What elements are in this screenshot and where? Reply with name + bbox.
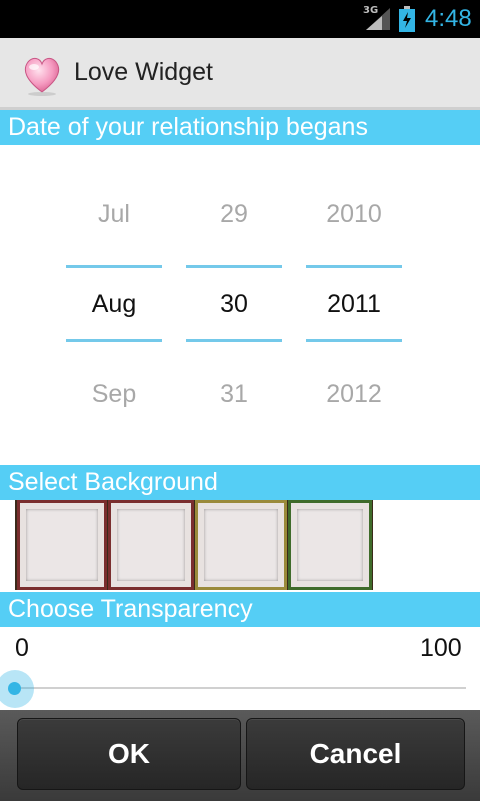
year-prev[interactable]: 2010 xyxy=(306,200,402,229)
app-title: Love Widget xyxy=(74,58,213,86)
cancel-button[interactable]: Cancel xyxy=(246,718,465,790)
day-next[interactable]: 31 xyxy=(186,380,282,409)
background-swatch-4[interactable] xyxy=(288,500,372,590)
background-swatch-1[interactable] xyxy=(17,500,107,590)
transparency-slider-track[interactable] xyxy=(14,687,466,689)
month-picker-bottom-line xyxy=(66,339,162,342)
background-swatch-3[interactable] xyxy=(195,500,287,590)
action-bar: Love Widget xyxy=(0,38,480,110)
day-picker-top-line xyxy=(186,265,282,268)
clock: 4:48 xyxy=(425,5,472,32)
day-selected[interactable]: 30 xyxy=(186,290,282,319)
date-section-header: Date of your relationship begans xyxy=(0,110,480,145)
background-swatch-strip xyxy=(15,500,373,590)
month-next[interactable]: Sep xyxy=(66,380,162,409)
year-picker-bottom-line xyxy=(306,339,402,342)
year-picker[interactable]: 2010 2011 2012 xyxy=(306,145,402,463)
heart-icon xyxy=(24,57,60,96)
year-next[interactable]: 2012 xyxy=(306,380,402,409)
year-selected[interactable]: 2011 xyxy=(306,290,402,319)
status-bar: 3G 4:48 xyxy=(0,0,480,38)
transparency-min-label: 0 xyxy=(15,634,29,662)
battery-icon xyxy=(399,6,415,32)
transparency-max-label: 100 xyxy=(420,634,462,662)
signal-icon xyxy=(366,8,390,30)
transparency-section-header: Choose Transparency xyxy=(0,592,480,627)
ok-button[interactable]: OK xyxy=(17,718,241,790)
year-picker-top-line xyxy=(306,265,402,268)
day-picker-bottom-line xyxy=(186,339,282,342)
month-prev[interactable]: Jul xyxy=(66,200,162,229)
button-bar: OK Cancel xyxy=(0,710,480,801)
month-picker[interactable]: Jul Aug Sep xyxy=(66,145,162,463)
day-prev[interactable]: 29 xyxy=(186,200,282,229)
month-picker-top-line xyxy=(66,265,162,268)
month-selected[interactable]: Aug xyxy=(66,290,162,319)
transparency-slider-thumb[interactable] xyxy=(8,682,21,695)
background-swatch-2[interactable] xyxy=(108,500,194,590)
background-section-header: Select Background xyxy=(0,465,480,500)
day-picker[interactable]: 29 30 31 xyxy=(186,145,282,463)
